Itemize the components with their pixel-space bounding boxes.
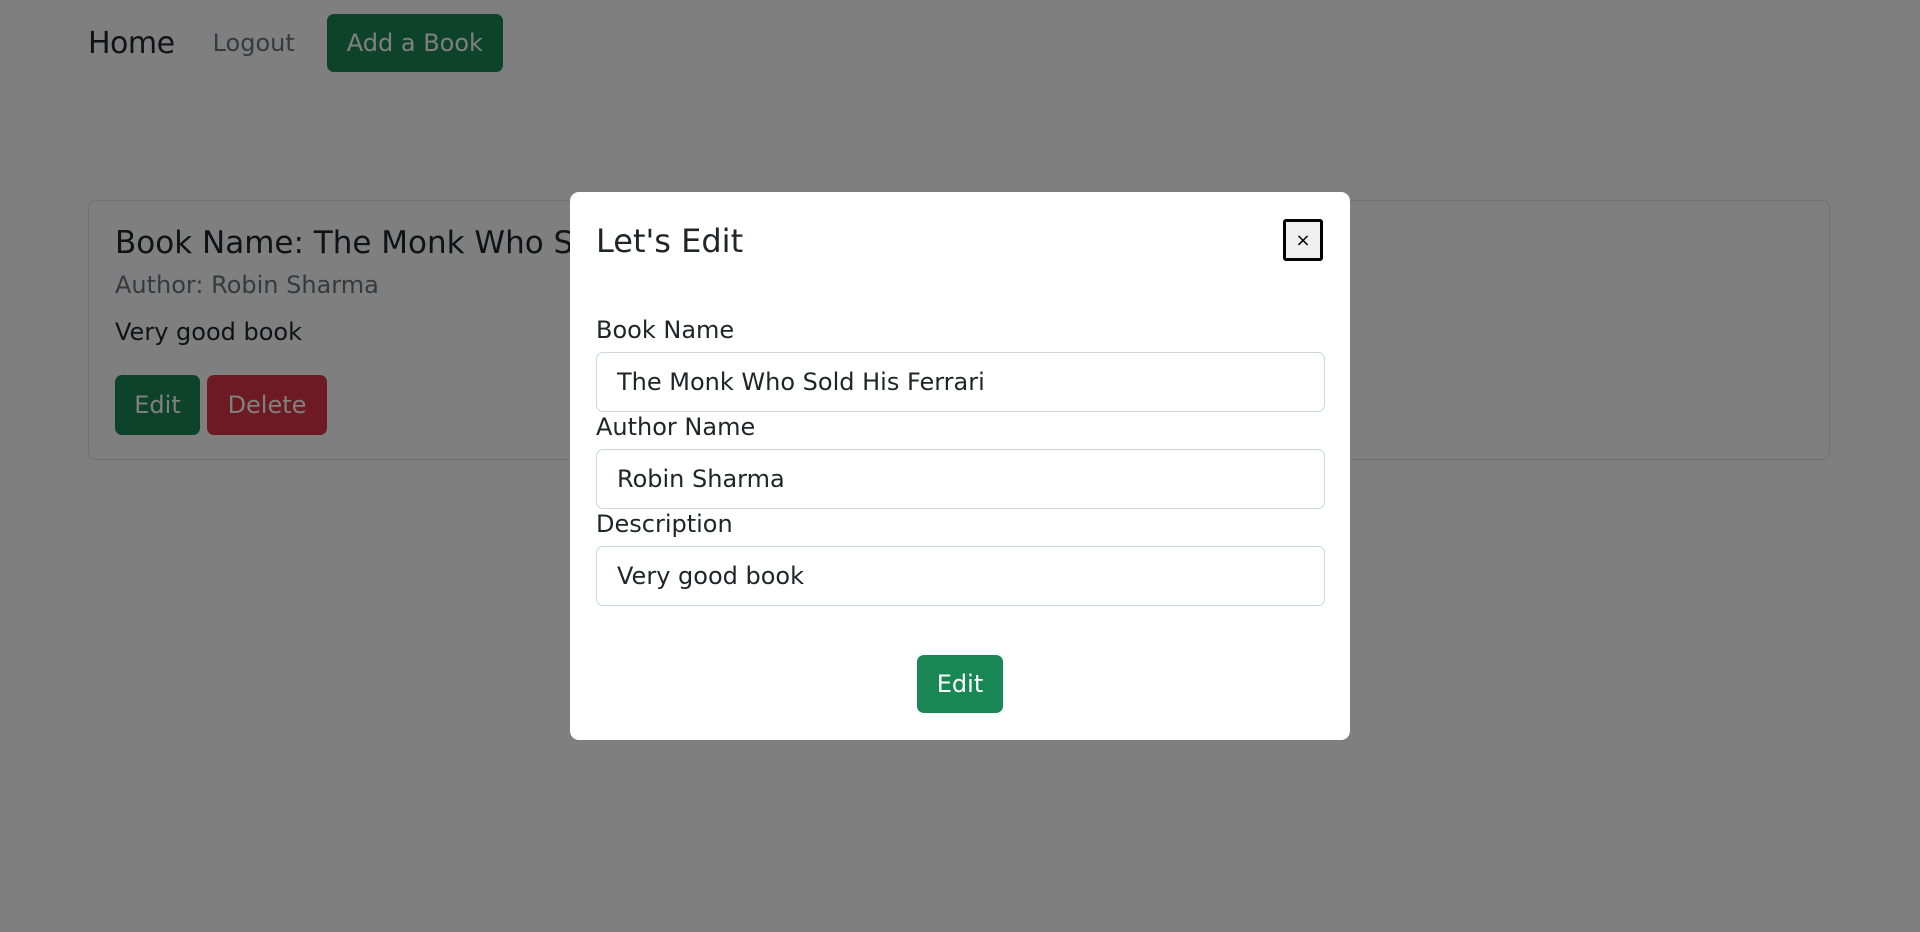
page: Home Logout Add a Book Book Name: The Mo… (0, 0, 1920, 932)
close-button[interactable]: × (1283, 219, 1323, 261)
description-input[interactable] (596, 546, 1325, 606)
modal-title: Let's Edit (596, 222, 744, 260)
edit-modal: Let's Edit × Book Name Author Name Descr… (570, 192, 1350, 740)
close-icon: × (1295, 229, 1311, 251)
description-label: Description (596, 510, 733, 538)
modal-edit-button[interactable]: Edit (917, 655, 1003, 713)
book-name-input[interactable] (596, 352, 1325, 412)
book-name-label: Book Name (596, 316, 735, 344)
author-name-input[interactable] (596, 449, 1325, 509)
author-name-label: Author Name (596, 413, 756, 441)
